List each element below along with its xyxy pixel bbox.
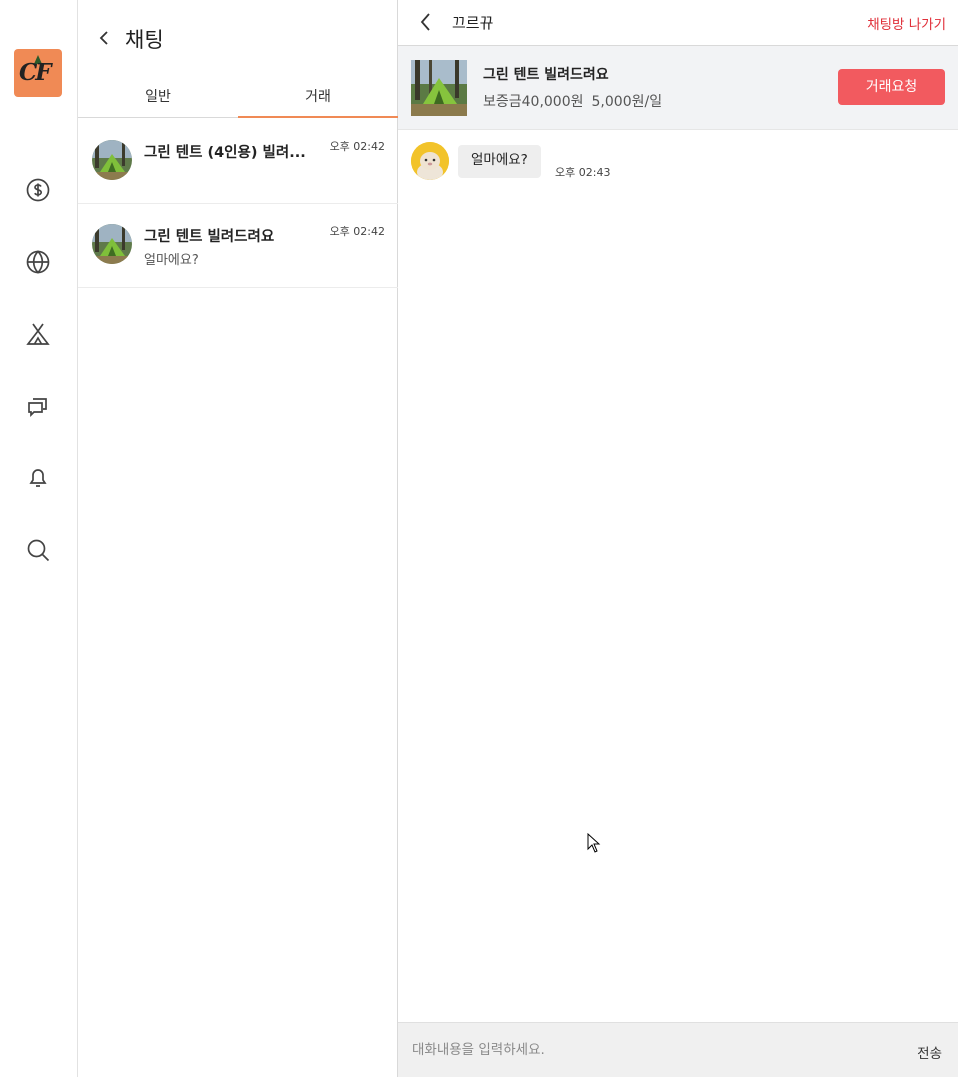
product-image[interactable] (411, 60, 467, 116)
tent-icon[interactable] (24, 320, 52, 348)
product-price: 보증금40,000원 5,000원/일 (483, 91, 670, 111)
chat-list-item[interactable]: 그린 텐트 빌려드려요 오후 02:42 얼마에요? (78, 203, 398, 288)
tent-thumbnail (92, 140, 132, 180)
back-icon[interactable] (94, 26, 114, 50)
chat-item-time: 오후 02:42 (329, 140, 385, 153)
app-logo[interactable]: CF (14, 49, 62, 97)
product-title: 그린 텐트 빌려드려요 (483, 67, 609, 83)
chat-list-item[interactable]: 그린 텐트 (4인용) 빌려... 오후 02:42 (78, 119, 398, 204)
back-icon[interactable] (416, 10, 436, 34)
chat-icon[interactable] (24, 392, 52, 420)
mouse-cursor-icon (587, 833, 601, 853)
message-bubble: 얼마에요? (458, 145, 541, 178)
chat-list-panel: 채팅 일반 거래 그린 텐트 (4인용) 빌려... 오후 02:42 그린 텐… (78, 0, 398, 1077)
deposit-price: 보증금40,000원 (483, 94, 584, 110)
avatar[interactable] (411, 142, 449, 180)
logo-text: CF (19, 59, 52, 86)
product-banner: 그린 텐트 빌려드려요 보증금40,000원 5,000원/일 거래요청 (398, 46, 958, 130)
leave-chat-button[interactable]: 채팅방 나가기 (867, 13, 946, 33)
icon-rail: CF (0, 0, 78, 1077)
dollar-icon[interactable] (24, 176, 52, 204)
chat-list-header: 채팅 (78, 0, 398, 76)
conversation-header: 끄르뀨 채팅방 나가기 (398, 0, 958, 46)
globe-icon[interactable] (24, 248, 52, 276)
chat-item-preview: 얼마에요? (144, 253, 199, 268)
search-icon[interactable] (24, 536, 52, 564)
conversation-panel: 끄르뀨 채팅방 나가기 그린 텐트 빌려드려요 보증금40,000원 5,000원… (398, 0, 958, 1077)
send-button[interactable]: 전송 (917, 1042, 942, 1062)
chat-item-time: 오후 02:42 (329, 225, 385, 238)
message-composer: 전송 (398, 1022, 958, 1077)
message-input[interactable] (412, 1035, 882, 1065)
partner-name: 끄르뀨 (452, 14, 494, 32)
tab-general[interactable]: 일반 (78, 76, 238, 117)
chat-tabs: 일반 거래 (78, 76, 398, 118)
page-title: 채팅 (125, 28, 164, 52)
bell-icon[interactable] (24, 464, 52, 492)
message-time: 오후 02:43 (555, 166, 611, 179)
daily-price: 5,000원/일 (591, 94, 663, 110)
trade-request-button[interactable]: 거래요청 (838, 69, 945, 105)
tent-thumbnail (92, 224, 132, 264)
chat-item-title: 그린 텐트 (4인용) 빌려... (144, 145, 306, 161)
chat-item-title: 그린 텐트 빌려드려요 (144, 229, 275, 245)
tab-trade[interactable]: 거래 (238, 76, 398, 118)
